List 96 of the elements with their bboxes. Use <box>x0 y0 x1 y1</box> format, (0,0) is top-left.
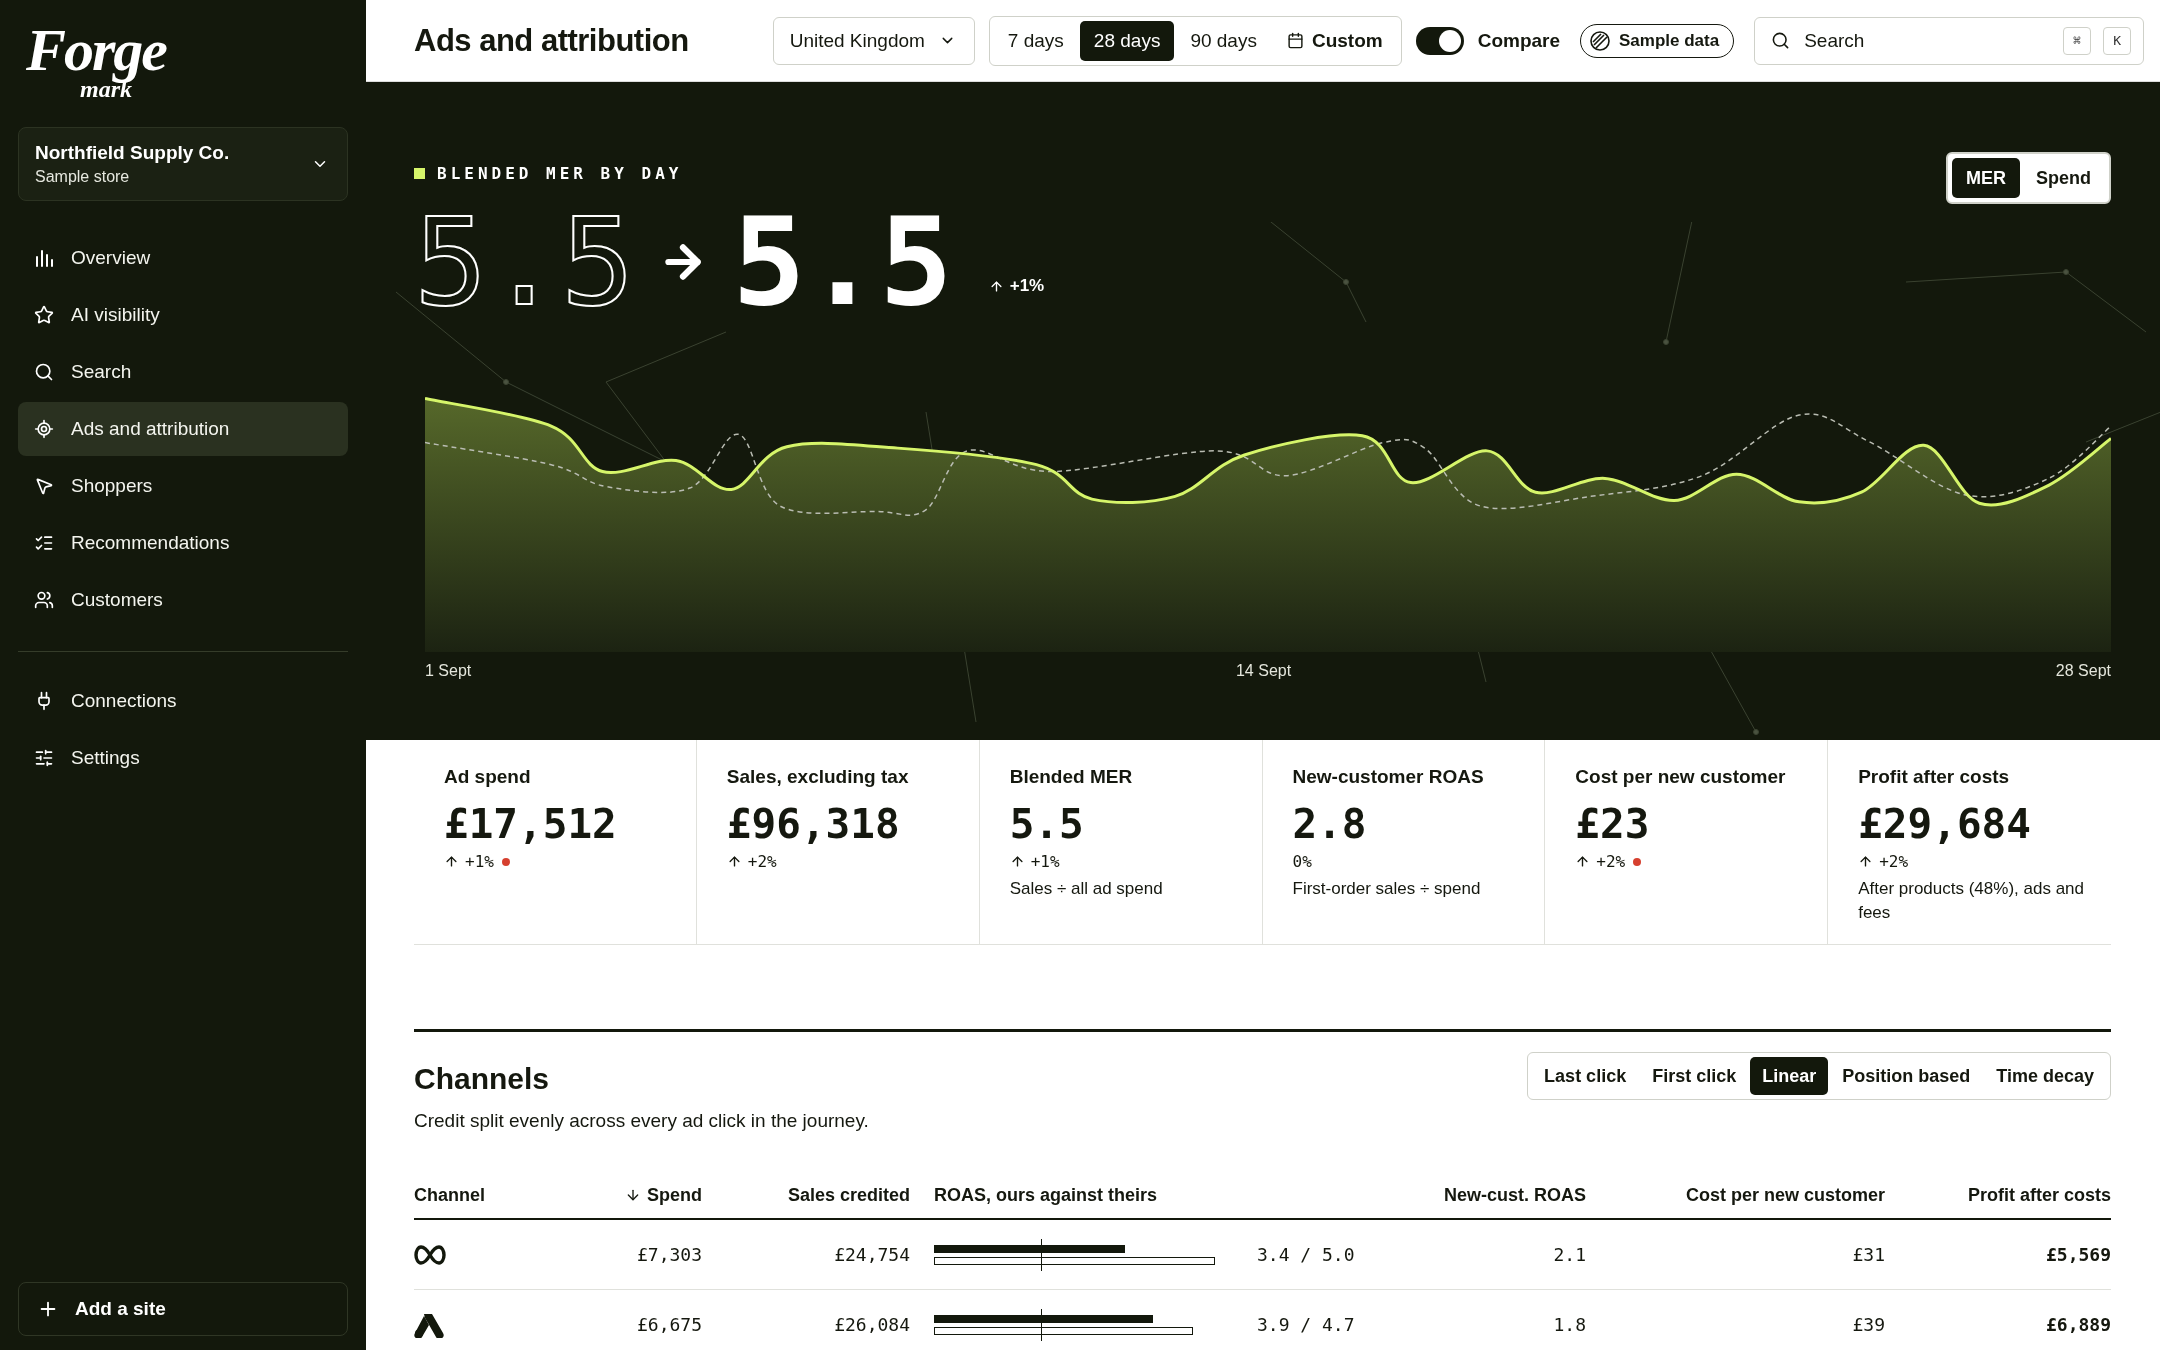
axis-label: 1 Sept <box>425 662 472 680</box>
table-cell-text: 3.9 / 4.7 <box>1257 1314 1356 1335</box>
star-icon <box>34 305 54 325</box>
table-cell: £31 <box>1586 1220 1885 1290</box>
nav-item[interactable]: Ads and attribution <box>18 402 348 456</box>
attribution-model-tab[interactable]: Time decay <box>1984 1057 2106 1095</box>
metric-value: £96,318 <box>726 800 900 848</box>
crosshair-icon <box>34 419 54 439</box>
nav-item[interactable]: Customers <box>18 573 348 627</box>
column-header[interactable]: New-cust. ROAS <box>1390 1172 1586 1220</box>
search-field[interactable]: Search ⌘ K <box>1754 16 2145 65</box>
metric-tab[interactable]: MER <box>1952 158 2020 198</box>
table-cell: £6,675 <box>604 1290 702 1350</box>
metric-note: Sales ÷ all ad spend <box>1009 878 1163 900</box>
change-value: +2% <box>726 852 777 871</box>
axis-label: 28 Sept <box>2055 662 2111 680</box>
store-name: Northfield Supply Co. <box>35 142 230 164</box>
metric-note: After products (48%), ads and fees <box>1858 878 2085 924</box>
metric-tab[interactable]: Spend <box>2022 158 2105 198</box>
nav-item[interactable]: Overview <box>18 231 348 285</box>
table-cell: £26,084 <box>702 1290 910 1350</box>
calendar-icon <box>1286 32 1304 49</box>
store-switcher[interactable]: Northfield Supply Co. Sample store <box>18 127 348 201</box>
change-value: 0% <box>1292 852 1312 871</box>
metric-label: Blended MER <box>1009 766 1133 788</box>
column-header[interactable]: Spend <box>604 1172 702 1220</box>
nav-item[interactable]: AI visibility <box>18 288 348 342</box>
table-cell: 2.1 <box>1390 1220 1586 1290</box>
settings-icon <box>34 748 54 768</box>
metric-value: £23 <box>1575 800 1650 848</box>
nav-item[interactable]: Connections <box>18 674 348 728</box>
sample-data-label: Sample data <box>1619 30 1720 51</box>
sort-arrow-icon <box>625 1187 641 1203</box>
custom-range-button[interactable]: Custom <box>1272 20 1397 61</box>
date-range-tab[interactable]: 7 days <box>993 20 1078 61</box>
current-value: 5.5 <box>732 192 953 332</box>
series-swatch <box>414 168 425 179</box>
attribution-model-tab[interactable]: Position based <box>1830 1057 1983 1095</box>
region-dropdown[interactable]: United Kingdom <box>772 16 975 65</box>
axis-label: 14 Sept <box>1235 662 1292 680</box>
store-subtitle: Sample store <box>35 168 131 186</box>
metric-label: Ad spend <box>444 766 531 788</box>
bars-icon <box>34 248 54 268</box>
attribution-model-tab[interactable]: First click <box>1640 1057 1749 1095</box>
column-header[interactable]: Cost per new customer <box>1586 1172 1885 1220</box>
metric-note: First-order sales ÷ spend <box>1292 878 1481 900</box>
table-cell: £24,754 <box>702 1220 910 1290</box>
table-cell: £6,889 <box>1885 1290 2111 1350</box>
metric-value: £17,512 <box>444 800 617 848</box>
attribution-model-tab[interactable]: Linear <box>1750 1057 1829 1095</box>
people-icon <box>34 590 54 610</box>
chart-title: BLENDED MER BY DAY <box>437 164 683 183</box>
hatched-circle-icon <box>1589 29 1612 52</box>
attribution-model-tab[interactable]: Last click <box>1532 1057 1639 1095</box>
table-cell: £7,303 <box>604 1220 702 1290</box>
date-range-tab[interactable]: 28 days <box>1079 20 1175 61</box>
previous-value: 5.5 <box>414 192 635 332</box>
peak-icon <box>414 1311 444 1338</box>
section-title: Channels <box>414 1062 551 1096</box>
page-title: Ads and attribution <box>414 22 689 59</box>
nav-item[interactable]: Settings <box>18 731 348 785</box>
metric-value: 2.8 <box>1292 800 1367 848</box>
column-header[interactable]: Profit after costs <box>1885 1172 2111 1220</box>
nav-item[interactable]: Search <box>18 345 348 399</box>
metric-label: Cost per new customer <box>1575 766 1786 788</box>
shortcut-key: ⌘ <box>2063 26 2092 55</box>
search-icon <box>1771 31 1791 50</box>
nav-item[interactable]: Shoppers <box>18 459 348 513</box>
cursor-icon <box>34 476 54 496</box>
infinity-icon <box>414 1244 446 1265</box>
shortcut-key: K <box>2103 26 2132 55</box>
table-cell: £39 <box>1586 1290 1885 1350</box>
section-description: Credit split evenly across every ad click in the journey. <box>414 1110 869 1132</box>
change-value: +2% <box>1858 852 1909 871</box>
change-value: +1% <box>444 852 494 871</box>
compare-toggle[interactable] <box>1415 26 1464 55</box>
column-header[interactable]: Sales credited <box>702 1172 910 1220</box>
table-cell: £5,569 <box>1885 1220 2111 1290</box>
metric-label: Sales, excluding tax <box>726 766 909 788</box>
metric-label: Profit after costs <box>1858 766 2010 788</box>
column-header[interactable]: ROAS, ours against theirs <box>910 1172 1390 1220</box>
compare-label: Compare <box>1477 29 1561 52</box>
metric-value: 5.5 <box>1009 800 1084 848</box>
metric-label: New-customer ROAS <box>1292 766 1484 788</box>
change-value: +1% <box>988 276 1045 296</box>
checklist-icon <box>34 533 54 553</box>
add-site-button[interactable]: Add a site <box>18 1282 348 1336</box>
table-cell-text: 3.4 / 5.0 <box>1257 1244 1356 1265</box>
nav-item[interactable]: Recommendations <box>18 516 348 570</box>
metric-value: £29,684 <box>1858 800 2031 848</box>
column-header[interactable]: Channel <box>414 1172 604 1220</box>
date-range-tab[interactable]: 90 days <box>1176 20 1271 61</box>
search-icon <box>34 362 54 382</box>
change-value: +1% <box>1009 852 1060 871</box>
change-value: +2% <box>1575 852 1626 871</box>
table-cell: 1.8 <box>1390 1290 1586 1350</box>
